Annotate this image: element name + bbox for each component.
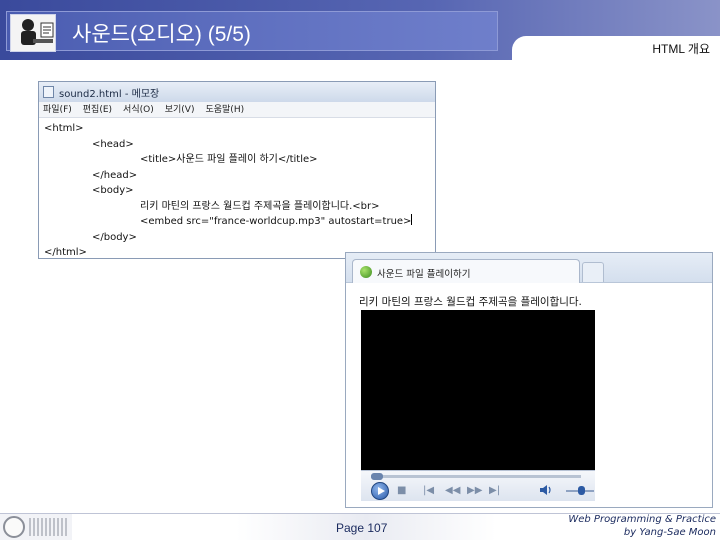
volume-icon[interactable] [539, 484, 553, 499]
course-credit: Web Programming & Practice by Yang-Sae M… [568, 513, 716, 539]
volume-handle[interactable] [578, 486, 585, 495]
code-line: </body> [92, 231, 137, 243]
seek-bar[interactable] [371, 475, 581, 478]
browser-tab-strip: 사운드 파일 플레이하기 [346, 253, 712, 283]
notepad-window-title: sound2.html - 메모장 [59, 89, 160, 100]
notepad-title-bar[interactable]: sound2.html - 메모장 [39, 82, 435, 102]
menu-help[interactable]: 도움말(H) [205, 102, 244, 117]
university-logo-text-icon [29, 518, 69, 536]
browser-tab-title: 사운드 파일 플레이하기 [377, 269, 471, 280]
stop-icon[interactable]: ■ [397, 485, 406, 496]
menu-file[interactable]: 파일(F) [43, 102, 72, 117]
code-line: </head> [92, 169, 138, 181]
menu-format[interactable]: 서식(O) [123, 102, 154, 117]
code-line-text: <embed src="france-worldcup.mp3" autosta… [140, 216, 412, 227]
code-line: 리키 마틴의 프랑스 월드컵 주제곡을 플레이합니다.<br> [140, 200, 380, 212]
code-line: <body> [92, 185, 134, 196]
fast-forward-icon[interactable]: ▶▶ [467, 485, 482, 496]
author-name: by Yang-Sae Moon [623, 527, 716, 538]
seek-handle[interactable] [371, 473, 383, 480]
page-text: 리키 마틴의 프랑스 월드컵 주제곡을 플레이합니다. [359, 296, 582, 308]
notepad-icon [43, 86, 54, 98]
next-icon[interactable]: ▶| [489, 485, 500, 496]
page-number: Page 107 [336, 521, 388, 535]
slide-subtitle: HTML 개요 [652, 42, 710, 56]
rewind-icon[interactable]: ◀◀ [445, 485, 460, 496]
media-player-controls: ■ |◀ ◀◀ ▶▶ ▶| [361, 470, 595, 501]
browser-window: 사운드 파일 플레이하기 리키 마틴의 프랑스 월드컵 주제곡을 플레이합니다.… [345, 252, 713, 508]
slide-title: 사운드(오디오) (5/5) [72, 23, 251, 46]
course-name: Web Programming & Practice [568, 514, 716, 525]
university-seal-icon [3, 516, 25, 538]
menu-edit[interactable]: 편집(E) [83, 102, 112, 117]
page-favicon-icon [360, 266, 372, 278]
browser-tab[interactable]: 사운드 파일 플레이하기 [352, 259, 580, 283]
media-player-screen[interactable] [361, 310, 595, 470]
presenter-logo-icon [10, 14, 56, 52]
notepad-window: sound2.html - 메모장 파일(F) 편집(E) 서식(O) 보기(V… [38, 81, 436, 259]
code-line: <title>사운드 파일 플레이 하기</title> [140, 154, 318, 165]
text-caret [411, 214, 413, 225]
previous-icon[interactable]: |◀ [423, 485, 434, 496]
play-icon[interactable] [371, 482, 389, 500]
notepad-menu-bar: 파일(F) 편집(E) 서식(O) 보기(V) 도움말(H) [39, 102, 435, 118]
code-line-with-caret: <embed src="france-worldcup.mp3" autosta… [44, 214, 435, 230]
notepad-text-area[interactable]: <html> <head> <title>사운드 파일 플레이 하기</titl… [39, 118, 435, 261]
code-line: <head> [92, 138, 134, 150]
menu-view[interactable]: 보기(V) [165, 102, 195, 117]
new-tab-button[interactable] [582, 262, 604, 282]
code-line: <html> [44, 123, 84, 134]
